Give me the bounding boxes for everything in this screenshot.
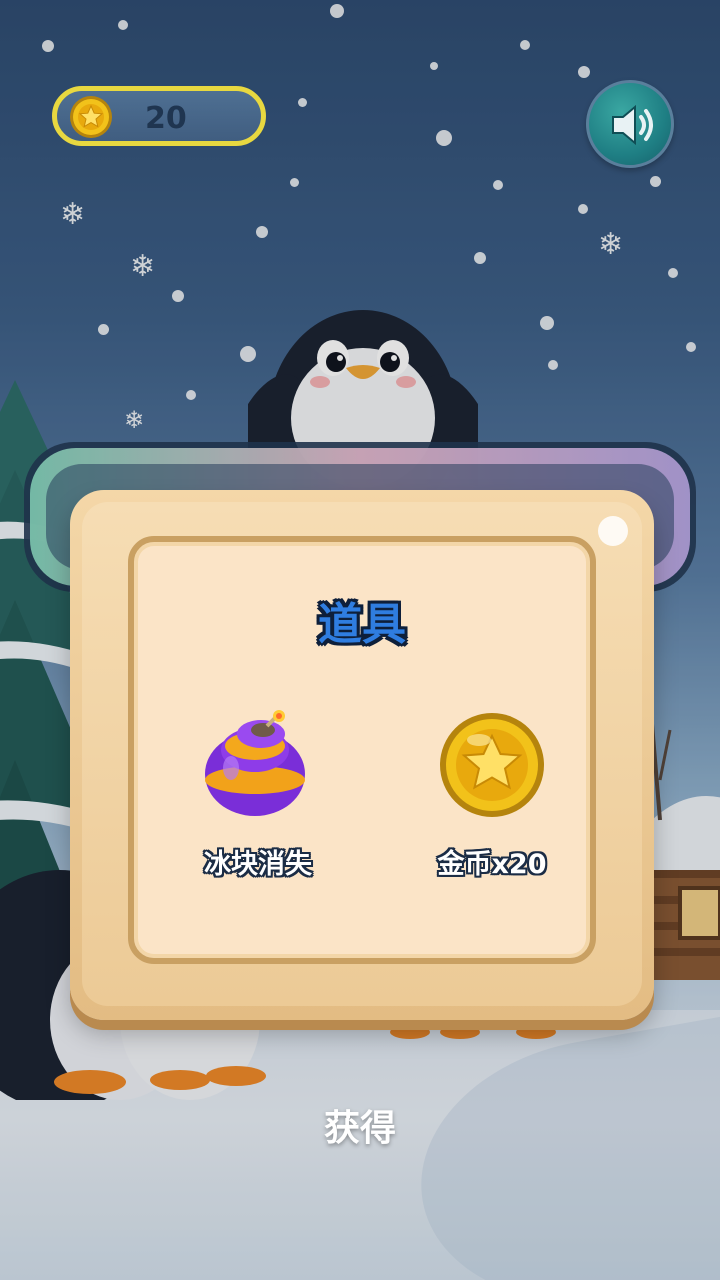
gold-star-coin-icon	[440, 713, 544, 817]
reward-label: 冰块消失	[204, 849, 312, 880]
reward-label: 金币x20	[437, 849, 547, 880]
reward-item-coins: 金币x20	[392, 710, 592, 881]
speaker-icon	[612, 104, 653, 146]
coin-counter: 20	[52, 86, 266, 146]
purple-bomb-icon	[205, 710, 305, 816]
reward-dialog: 道具 冰块消失 金币x20	[70, 490, 654, 1020]
obtain-button[interactable]: 获得	[260, 1090, 460, 1160]
coin-count: 20	[145, 101, 187, 136]
gloss-highlight	[598, 516, 628, 546]
dialog-title: 道具	[318, 599, 406, 650]
reward-item-ice-clear: 冰块消失	[158, 710, 358, 881]
gold-star-coin-icon	[70, 96, 112, 138]
sound-toggle-button[interactable]	[586, 80, 674, 168]
